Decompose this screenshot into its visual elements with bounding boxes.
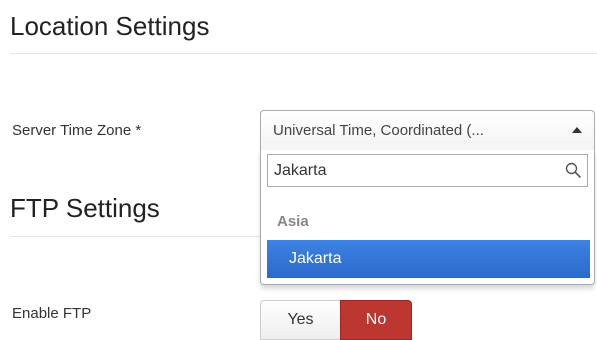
option-jakarta-label: Jakarta (289, 250, 342, 267)
server-time-zone-dropdown: Asia Jakarta (260, 150, 595, 285)
enable-ftp-no-button[interactable]: No (340, 300, 412, 340)
location-settings-divider (10, 53, 597, 54)
caret-up-icon (572, 127, 582, 133)
ftp-settings-title: FTP Settings (10, 193, 160, 223)
time-zone-search-box (267, 154, 588, 187)
enable-ftp-label: Enable FTP (12, 305, 92, 322)
enable-ftp-yes-button[interactable]: Yes (260, 300, 340, 340)
option-jakarta[interactable]: Jakarta (267, 240, 590, 278)
server-time-zone-label: Server Time Zone * (12, 122, 142, 139)
search-icon (565, 162, 581, 178)
ftp-settings-divider (10, 236, 260, 237)
time-zone-search-input[interactable] (268, 155, 558, 186)
server-time-zone-select[interactable]: Universal Time, Coordinated (... (260, 110, 595, 150)
option-group-asia: Asia (277, 213, 309, 230)
server-time-zone-selected-value: Universal Time, Coordinated (... (273, 122, 484, 139)
location-settings-title: Location Settings (10, 11, 210, 41)
enable-ftp-toggle: Yes No (260, 300, 412, 340)
